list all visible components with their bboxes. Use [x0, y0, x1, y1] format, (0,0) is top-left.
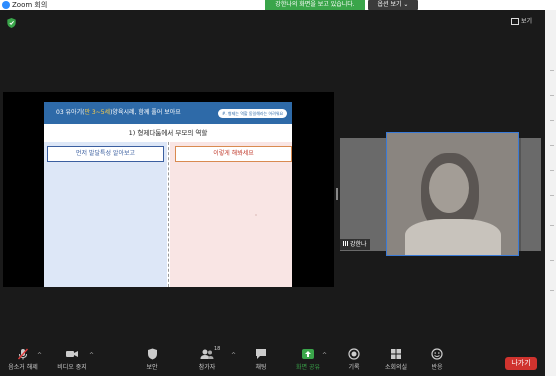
chat-button[interactable]: 채팅: [250, 348, 272, 376]
breakout-rooms-button[interactable]: 소회의실: [382, 348, 410, 376]
encryption-shield-icon[interactable]: [7, 18, 16, 28]
unmute-label: 음소거 해제: [8, 364, 38, 371]
security-button[interactable]: 보안: [140, 348, 164, 376]
share-options-caret-icon[interactable]: ^: [322, 352, 327, 359]
grid-view-icon: [511, 18, 519, 25]
leave-meeting-button[interactable]: 나가기: [505, 357, 537, 370]
participant-body: [405, 219, 501, 255]
slide-right-box: 이렇게 해봐세요: [175, 146, 292, 162]
split-resize-handle[interactable]: [336, 188, 338, 200]
participants-label: 참가자: [198, 364, 216, 371]
meeting-toolbar: 음소거 해제 ^ 비디오 중지 ^ 보안 참가자 18 ^ 채팅 화면 공유 ^…: [0, 345, 545, 376]
side-panel-mark: [550, 225, 554, 226]
stop-video-button[interactable]: 비디오 중지: [52, 348, 92, 376]
window-title: Zoom 회의: [12, 1, 48, 9]
participant-face: [429, 163, 469, 213]
participants-count: 18: [214, 346, 221, 352]
participants-button[interactable]: 참가자: [194, 348, 220, 376]
side-panel-mark: [550, 290, 554, 291]
participant-name: 강한나: [350, 241, 367, 248]
slide-column-divider: [168, 142, 169, 287]
video-options-caret-icon[interactable]: ^: [89, 352, 94, 359]
screen-share-banner: 강한나의 화면을 보고 있습니다.: [265, 0, 365, 10]
view-button[interactable]: 보기: [511, 17, 532, 27]
security-shield-icon: [147, 348, 157, 360]
share-screen-button[interactable]: 화면 공유: [292, 348, 324, 376]
side-panel-mark: [550, 170, 554, 171]
record-icon: [348, 348, 360, 360]
participants-caret-icon[interactable]: ^: [231, 352, 236, 359]
side-panel: [545, 10, 556, 376]
slide-title: 03 유아기(만 3~5세)양육시례, 함께 풀어 보아요: [56, 102, 181, 124]
side-panel-mark: [550, 95, 554, 96]
slide-left-column: [44, 142, 167, 287]
zoom-logo-icon: [2, 1, 10, 9]
video-tile-left: [340, 138, 386, 251]
stop-video-label: 비디오 중지: [57, 364, 87, 371]
slide-header: 03 유아기(만 3~5세)양육시례, 함께 풀어 보아요 #. 형제는 역할 …: [44, 102, 292, 124]
reactions-smiley-icon: [431, 348, 443, 360]
share-screen-icon: [302, 349, 314, 359]
reactions-button[interactable]: 반응: [426, 348, 448, 376]
security-label: 보안: [146, 364, 158, 371]
slide-dot: [255, 214, 257, 216]
view-label: 보기: [521, 18, 533, 25]
participant-name-tag: 강한나: [340, 239, 370, 250]
breakout-rooms-icon: [391, 349, 401, 359]
signal-strength-icon: [343, 241, 348, 246]
side-panel-mark: [550, 195, 554, 196]
video-strip: 강한나: [340, 132, 541, 256]
shared-screen[interactable]: 03 유아기(만 3~5세)양육시례, 함께 풀어 보아요 #. 형제는 역할 …: [3, 92, 334, 287]
record-label: 기록: [348, 364, 360, 371]
audio-options-caret-icon[interactable]: ^: [37, 352, 42, 359]
video-camera-icon: [66, 351, 78, 357]
reactions-label: 반응: [431, 364, 443, 371]
presentation-slide: 03 유아기(만 3~5세)양육시례, 함께 풀어 보아요 #. 형제는 역할 …: [44, 102, 292, 287]
side-panel-mark: [550, 260, 554, 261]
view-options-button[interactable]: 옵션 보기 ⌄: [368, 0, 418, 10]
active-speaker-video[interactable]: [386, 132, 519, 256]
share-screen-label: 화면 공유: [296, 364, 320, 371]
breakout-rooms-label: 소회의실: [384, 364, 408, 371]
muted-mic-icon: [17, 348, 29, 360]
slide-title-suffix: )양육시례, 함께 풀어 보아요: [110, 109, 181, 116]
slide-section-title: 1) 형제다툼에서 부모의 역할: [128, 129, 208, 137]
side-panel-mark: [550, 120, 554, 121]
slide-left-box: 먼저 발달특성 알아보고: [47, 146, 164, 162]
video-tile-right: [521, 138, 541, 251]
record-button[interactable]: 기록: [342, 348, 366, 376]
participants-icon: [200, 349, 214, 359]
side-panel-mark: [550, 145, 554, 146]
slide-subtitle-pill: #. 형제는 역할 동일해라는 어려워요: [218, 109, 288, 118]
side-panel-mark: [550, 70, 554, 71]
slide-title-prefix: 03 유아기(: [56, 109, 85, 116]
unmute-button[interactable]: 음소거 해제: [5, 348, 41, 376]
chat-bubble-icon: [256, 349, 266, 359]
slide-right-column: [170, 142, 292, 287]
slide-title-highlight: 만 3~5세: [84, 109, 111, 116]
chat-label: 채팅: [255, 364, 267, 371]
